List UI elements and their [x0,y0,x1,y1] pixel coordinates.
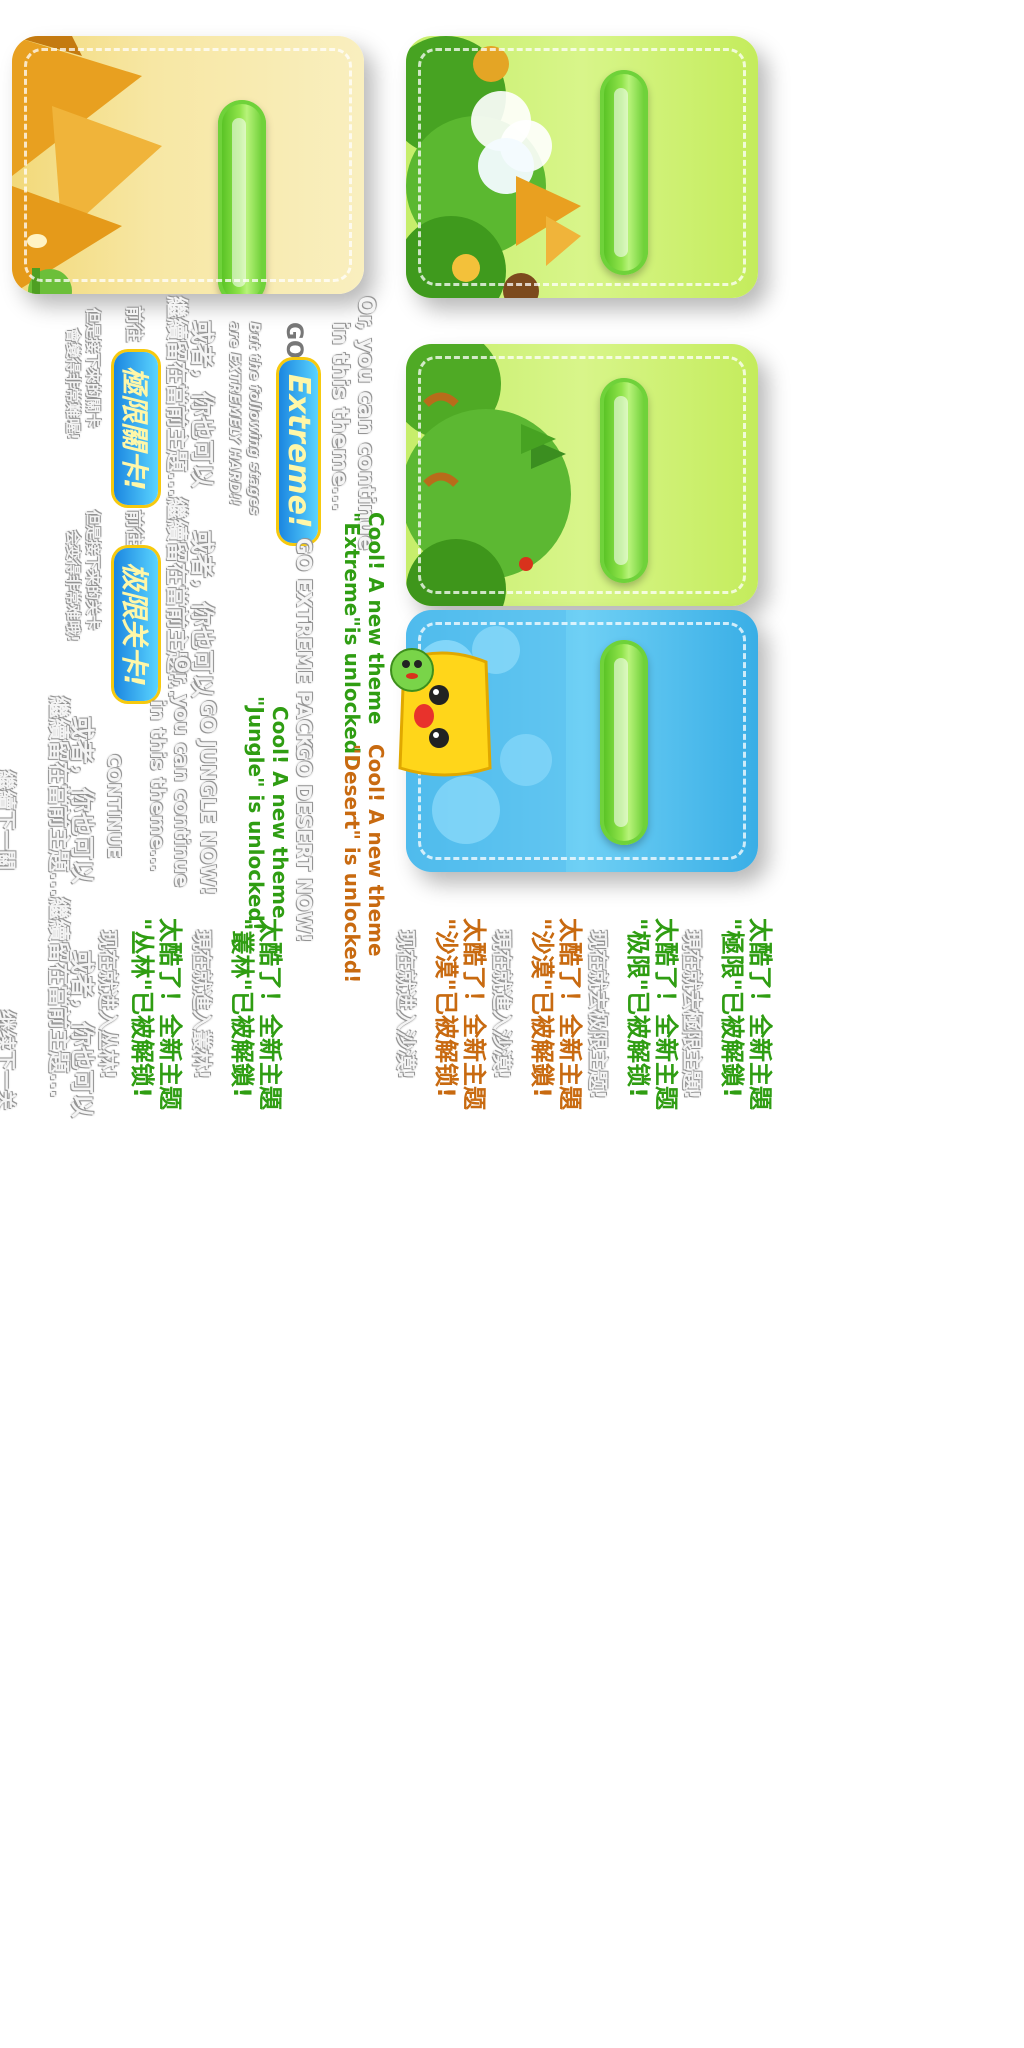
cool-new-theme-desert: Cool! A new theme [364,744,388,957]
desert-unlocked-trad: "沙漠"已被解鎖! [528,918,556,1098]
or-continue-line3: Or, you can continue [170,656,194,888]
next-level-trad[interactable]: 繼續下一關 [0,770,22,870]
green-frog-mascot [390,648,434,692]
go-desert-now[interactable]: GO DESERT NOW! [292,744,316,943]
jungle-illustration [406,344,571,606]
warn-trad-2: 會變得非常難喔! [64,328,82,440]
desert-unlocked-simp: "沙漠"已被解锁! [432,918,460,1098]
or-continue-line2: in this theme... [327,322,352,512]
jungle-is-unlocked: "Jungle" is unlocked! [244,696,268,931]
jungle-play-button[interactable] [600,378,648,583]
jungle-mix-play-button-main[interactable] [600,70,648,275]
extreme-unlocked-trad: "極限"已被解鎖! [718,918,746,1098]
enter-jungle-trad[interactable]: 現在就進入叢林! [189,930,218,1079]
cool-new-theme-jungle: Cool! A new theme [268,706,292,919]
pyramids-illustration [12,36,162,294]
front-simp: 前往 [123,510,144,546]
warn-trad-1: 但是接下來的關卡 [84,308,102,429]
warn-simp-1: 但是接下来的关卡 [84,510,102,631]
or-continue-line4: in this theme... [146,700,170,873]
jungle-mix-theme-card[interactable] [406,36,758,298]
jungle-desert-illustration [406,36,581,298]
jungle-unlocked-trad: "叢林"已被解鎖! [228,918,256,1098]
or-simp-2: 或者，你也可以 [68,950,96,1118]
jungle-unlocked-simp: "丛林"已被解锁! [128,918,156,1098]
are-extremely-hard: are EXTREMELY HARD!! [226,322,242,506]
desert-play-button[interactable] [218,100,266,294]
enter-desert-simp[interactable]: 现在就进入沙漠! [393,930,422,1079]
go-jungle-now[interactable]: GO JUNGLE NOW! [196,700,220,896]
desert-is-unlocked: "Desert" is unlocked! [340,744,364,984]
warn-simp-2: 会变得非常难哦! [64,530,82,642]
go-label: GO [281,322,306,359]
go-extreme-pack[interactable]: GO EXTREME PACK [292,538,316,749]
extreme-is-unlocked: "Extreme"is unlocked! [340,512,364,764]
desert-theme-card[interactable] [12,36,364,294]
extreme-unlocked-simp: "极限"已被解锁! [624,918,652,1098]
jungle-theme-card[interactable] [406,344,758,606]
extreme-logo[interactable]: Extreme! [279,360,318,543]
next-level-simp[interactable]: 继续下一关 [0,1010,22,1110]
continue-button[interactable]: CONTINUE [103,754,124,859]
front-trad: 前往 [123,306,144,342]
extreme-logo-simp[interactable]: 极限关卡! [114,548,158,701]
cool-new-theme-extreme: Cool! A new theme [364,512,388,725]
but-following-stages: But the following stages [246,322,262,516]
extreme-play-button[interactable] [600,640,648,845]
extreme-logo-trad[interactable]: 極限關卡! [114,352,158,505]
